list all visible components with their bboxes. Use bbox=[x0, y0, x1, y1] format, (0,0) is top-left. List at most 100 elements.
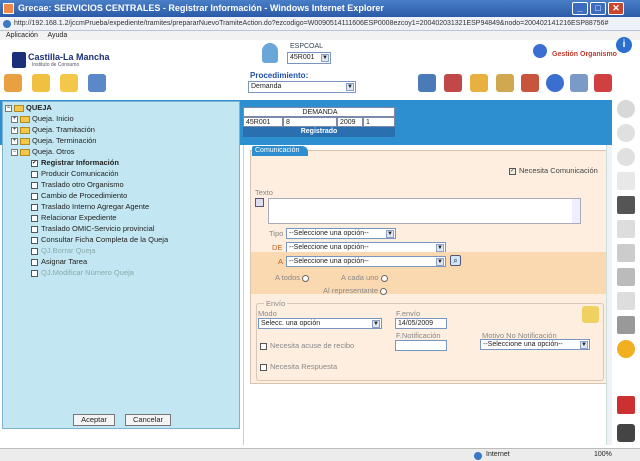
checkbox[interactable] bbox=[31, 214, 38, 222]
save-icon[interactable] bbox=[617, 196, 635, 214]
folder-icon[interactable] bbox=[60, 74, 78, 92]
procedimiento-select[interactable]: Demanda ▼ bbox=[248, 81, 356, 93]
checkbox[interactable] bbox=[31, 181, 38, 189]
documents-icon[interactable] bbox=[617, 172, 635, 190]
radio[interactable] bbox=[380, 274, 388, 282]
tree-node[interactable]: + Queja. Inicio bbox=[11, 113, 74, 124]
cancelar-button[interactable]: Cancelar bbox=[125, 414, 171, 426]
settings-gear-icon[interactable] bbox=[617, 340, 635, 358]
checkbox[interactable] bbox=[31, 192, 38, 200]
al-representante-radio[interactable]: Al representante bbox=[323, 286, 388, 295]
collapse-icon[interactable]: − bbox=[5, 104, 12, 112]
radio[interactable] bbox=[380, 287, 388, 295]
checkbox[interactable]: ✓ bbox=[509, 167, 516, 175]
tab-comunicacion[interactable]: Comunicación bbox=[252, 146, 308, 156]
exit-icon[interactable] bbox=[594, 74, 612, 92]
checkbox[interactable] bbox=[31, 170, 38, 178]
copy-icon[interactable] bbox=[617, 220, 635, 238]
tree-node[interactable]: + Queja. Tramitación bbox=[11, 124, 95, 135]
checkbox[interactable]: ✓ bbox=[31, 159, 38, 167]
chevron-down-icon[interactable]: ▼ bbox=[386, 230, 394, 238]
fax-icon[interactable] bbox=[617, 268, 635, 286]
tree-leaf[interactable]: Cambio de Procedimiento bbox=[31, 190, 127, 201]
tree-leaf[interactable]: Relacionar Expediente bbox=[31, 212, 116, 223]
expand-icon[interactable]: + bbox=[11, 115, 18, 123]
computer-icon[interactable] bbox=[418, 74, 436, 92]
checkbox[interactable] bbox=[260, 363, 267, 371]
settings-icon[interactable] bbox=[570, 74, 588, 92]
collapse-icon[interactable]: − bbox=[11, 148, 18, 156]
a-todos-radio[interactable]: A todos bbox=[275, 273, 310, 282]
close-button[interactable]: ✕ bbox=[608, 2, 624, 15]
checkbox[interactable] bbox=[31, 258, 38, 266]
checkbox[interactable] bbox=[31, 236, 38, 244]
back-icon[interactable] bbox=[617, 124, 635, 142]
minimize-button[interactable]: _ bbox=[572, 2, 588, 15]
a-cada-uno-radio[interactable]: A cada uno bbox=[341, 273, 388, 282]
chevron-down-icon[interactable]: ▼ bbox=[321, 54, 329, 62]
network-globe-icon[interactable] bbox=[546, 74, 564, 92]
tree-leaf[interactable]: ✓ Registrar Información bbox=[31, 157, 119, 168]
fenvio-input[interactable]: 14/05/2009 bbox=[395, 318, 447, 329]
scanner-icon[interactable] bbox=[617, 244, 635, 262]
tree-leaf[interactable]: Consultar Ficha Completa de la Queja bbox=[31, 234, 168, 245]
menu-ayuda[interactable]: Ayuda bbox=[47, 32, 67, 39]
aceptar-button[interactable]: Aceptar bbox=[73, 414, 115, 426]
radio[interactable] bbox=[302, 274, 310, 282]
tree-leaf[interactable]: Traslado otro Organismo bbox=[31, 179, 124, 190]
tree-leaf[interactable]: Traslado Interno Agregar Agente bbox=[31, 201, 149, 212]
user-folder-icon[interactable] bbox=[32, 74, 50, 92]
books-icon[interactable] bbox=[444, 74, 462, 92]
vehicle-icon[interactable] bbox=[617, 424, 635, 442]
chevron-down-icon[interactable]: ▼ bbox=[372, 320, 380, 328]
forward-icon[interactable] bbox=[617, 148, 635, 166]
document-icon[interactable] bbox=[88, 74, 106, 92]
texto-textarea[interactable] bbox=[268, 198, 581, 224]
search-icon[interactable]: ⌕ bbox=[450, 255, 461, 266]
demanda-header: DEMANDA bbox=[243, 107, 395, 117]
tree-leaf[interactable]: Traslado OMIC-Servicio provincial bbox=[31, 223, 155, 234]
menu-aplicacion[interactable]: Aplicación bbox=[6, 32, 38, 39]
print-icon[interactable] bbox=[617, 316, 635, 334]
fnotificacion-input[interactable] bbox=[395, 340, 447, 351]
zoom-level[interactable]: 100% bbox=[594, 449, 612, 461]
address-bar[interactable]: http://192.168.1.2/jccmPrueba/expediente… bbox=[0, 17, 640, 31]
tree-node[interactable]: − Queja. Otros bbox=[11, 146, 75, 157]
info-icon[interactable]: i bbox=[616, 37, 632, 53]
motivo-select[interactable]: --Seleccione una opción-- ▼ bbox=[480, 339, 590, 350]
checkbox[interactable] bbox=[31, 225, 38, 233]
chevron-down-icon[interactable]: ▼ bbox=[346, 83, 354, 91]
send-mail-icon[interactable] bbox=[582, 306, 599, 323]
chevron-down-icon[interactable]: ▼ bbox=[580, 341, 588, 349]
list-icon[interactable] bbox=[617, 292, 635, 310]
expand-icon[interactable]: + bbox=[11, 137, 18, 145]
checkbox[interactable] bbox=[260, 342, 267, 350]
maximize-button[interactable]: □ bbox=[590, 2, 606, 15]
gestion-organismo-link[interactable]: Gestión Organismo bbox=[552, 51, 617, 58]
zoom-icon[interactable] bbox=[617, 100, 635, 118]
necesita-comunicacion-checkbox[interactable]: ✓ Necesita Comunicación bbox=[509, 166, 598, 175]
a-select[interactable]: --Seleccione una opción-- ▼ bbox=[286, 256, 446, 267]
tree-node[interactable]: + Queja. Terminación bbox=[11, 135, 96, 146]
address-url[interactable]: http://192.168.1.2/jccmPrueba/expediente… bbox=[14, 18, 608, 30]
mail-icon[interactable] bbox=[496, 74, 514, 92]
user-select[interactable]: 45R001 ▼ bbox=[287, 52, 331, 64]
acuse-checkbox[interactable]: Necesita acuse de recibo bbox=[260, 341, 354, 350]
tools-icon[interactable] bbox=[617, 396, 635, 414]
tools-icon[interactable] bbox=[4, 74, 22, 92]
tree-leaf[interactable]: Asignar Tarea bbox=[31, 256, 87, 267]
tipo-select[interactable]: --Seleccione una opción-- ▼ bbox=[286, 228, 396, 239]
contacts-icon[interactable] bbox=[470, 74, 488, 92]
chevron-down-icon[interactable]: ▼ bbox=[436, 258, 444, 266]
expand-icon[interactable]: + bbox=[11, 126, 18, 134]
respuesta-checkbox[interactable]: Necesita Respuesta bbox=[260, 362, 337, 371]
tree-root[interactable]: − QUEJA bbox=[5, 102, 52, 113]
chart-icon[interactable] bbox=[521, 74, 539, 92]
modo-select[interactable]: Selecc. una opción ▼ bbox=[258, 318, 382, 329]
tree-leaf[interactable]: Producir Comunicación bbox=[31, 168, 119, 179]
checkbox[interactable] bbox=[31, 203, 38, 211]
edit-text-icon[interactable] bbox=[255, 198, 264, 207]
chevron-down-icon[interactable]: ▼ bbox=[436, 244, 444, 252]
textarea-scrollbar[interactable] bbox=[572, 199, 580, 223]
globe-icon[interactable] bbox=[533, 44, 547, 58]
